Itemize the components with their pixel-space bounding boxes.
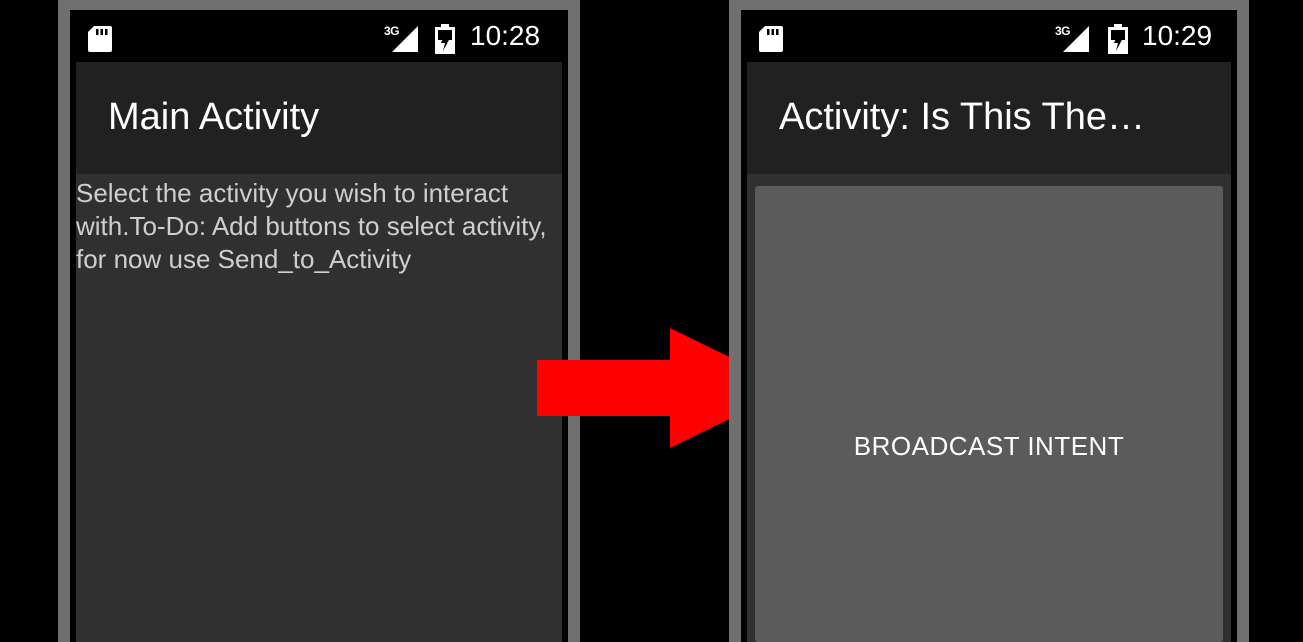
status-bar: 3G 10:29	[741, 10, 1237, 62]
right-phone-frame: 3G 10:29 Activity: Is This The… BROADCAS…	[741, 10, 1237, 642]
signal-icon: 3G	[384, 24, 420, 54]
sd-card-icon	[88, 26, 112, 52]
left-phone-frame: 3G 10:28 Main Activity Select the activi…	[70, 10, 568, 642]
app-bar: Main Activity	[76, 62, 562, 174]
status-time: 10:29	[1142, 20, 1213, 51]
broadcast-intent-label: BROADCAST INTENT	[853, 430, 1125, 461]
app-screen: Main Activity Select the activity you wi…	[76, 62, 562, 642]
page-title: Activity: Is This The…	[779, 96, 1146, 138]
status-time: 10:28	[470, 20, 541, 51]
instruction-text: Select the activity you wish to interact…	[76, 178, 547, 274]
right-phone: 3G 10:29 Activity: Is This The… BROADCAS…	[729, 0, 1249, 642]
signal-icon: 3G	[1055, 24, 1091, 54]
battery-charging-icon	[435, 24, 455, 54]
battery-charging-icon	[1108, 24, 1128, 54]
app-bar: Activity: Is This The…	[747, 62, 1231, 174]
broadcast-intent-button[interactable]: BROADCAST INTENT	[755, 186, 1223, 642]
page-title: Main Activity	[108, 96, 320, 138]
left-phone: 3G 10:28 Main Activity Select the activi…	[58, 0, 580, 642]
sd-card-icon	[759, 26, 783, 52]
app-screen: Activity: Is This The… BROADCAST INTENT	[747, 62, 1231, 642]
status-bar: 3G 10:28	[70, 10, 568, 62]
